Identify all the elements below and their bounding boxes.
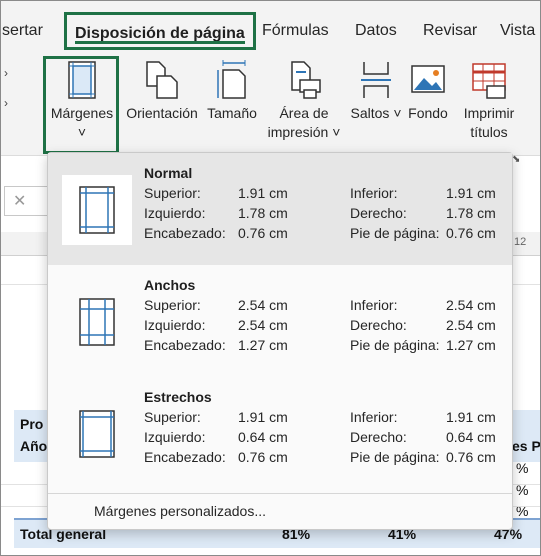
window-border — [0, 0, 541, 556]
